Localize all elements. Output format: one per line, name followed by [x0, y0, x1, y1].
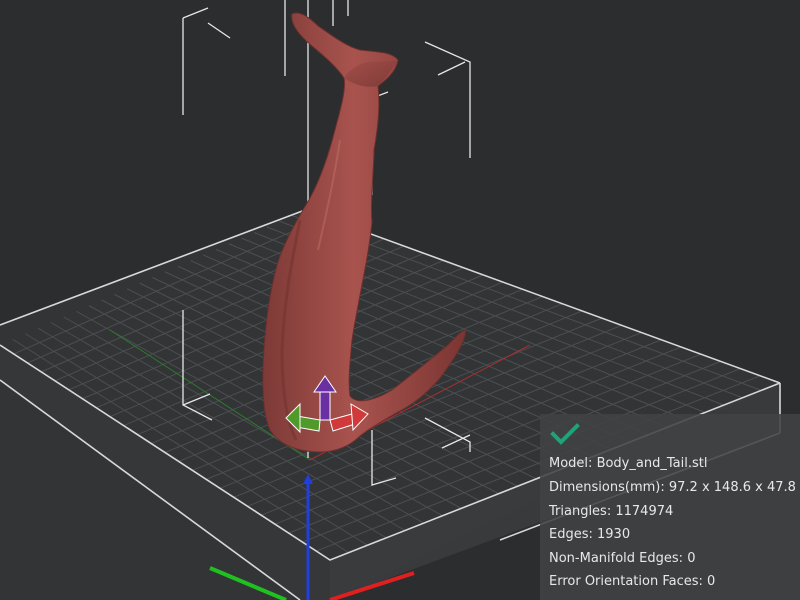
edges-value: 1930 [597, 527, 631, 542]
error-orientation-faces-label: Error Orientation Faces: [549, 574, 703, 589]
dimensions-row: Dimensions(mm): 97.2 x 148.6 x 47.8 [549, 480, 796, 495]
dimensions-value: 97.2 x 148.6 x 47.8 [668, 480, 796, 495]
model-name-row: Model: Body_and_Tail.stl [549, 456, 707, 471]
model-label: Model: [549, 456, 593, 471]
checkmark-icon [550, 423, 580, 445]
edges-label: Edges: [549, 527, 593, 542]
error-orientation-faces-value: 0 [707, 574, 716, 589]
non-manifold-edges-label: Non-Manifold Edges: [549, 551, 684, 566]
edges-row: Edges: 1930 [549, 527, 630, 542]
dimensions-label: Dimensions(mm): [549, 480, 665, 495]
non-manifold-edges-row: Non-Manifold Edges: 0 [549, 551, 695, 566]
model-value: Body_and_Tail.stl [596, 456, 708, 471]
triangles-value: 1174974 [615, 504, 674, 519]
model-info-panel: Model: Body_and_Tail.stl Dimensions(mm):… [540, 414, 800, 600]
triangles-label: Triangles: [549, 504, 612, 519]
triangles-row: Triangles: 1174974 [549, 504, 673, 519]
error-orientation-faces-row: Error Orientation Faces: 0 [549, 574, 715, 589]
non-manifold-edges-value: 0 [687, 551, 696, 566]
